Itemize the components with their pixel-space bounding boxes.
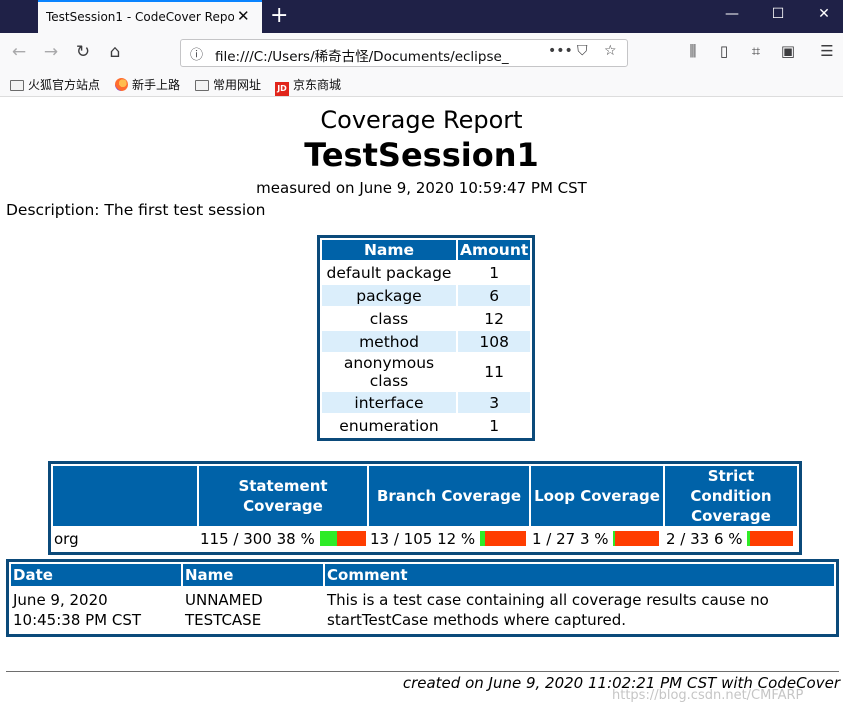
column-header: Name [183, 564, 323, 586]
measured-timestamp: measured on June 9, 2020 10:59:47 PM CST [256, 179, 587, 197]
statement-coverage-value: 115 / 300 38 % [200, 530, 315, 548]
table-row: package 6 [322, 285, 531, 306]
summary-name: anonymous class [343, 354, 435, 390]
summary-amount: 6 [458, 285, 531, 306]
sidebar-icon[interactable]: ▯ [713, 42, 735, 60]
column-header: Branch Coverage [369, 466, 529, 526]
condition-coverage-bar [747, 531, 794, 546]
table-header-row: Date Name Comment [11, 564, 834, 586]
statement-coverage-cell: 115 / 300 38 % [199, 528, 367, 550]
condition-coverage-fill [747, 531, 751, 546]
new-tab-icon[interactable]: + [270, 3, 288, 29]
jd-logo-icon: JD [275, 82, 289, 96]
column-header [53, 466, 197, 526]
url-input[interactable]: file:///C:/Users/稀奇古怪/Documents/eclipse_ [215, 45, 515, 65]
summary-amount: 11 [484, 363, 504, 381]
table-header-row: Statement Coverage Branch Coverage Loop … [53, 466, 797, 526]
testcase-table: Date Name Comment June 9, 2020 10:45:38 … [6, 559, 839, 637]
page-info-icon[interactable]: ⓘ [190, 44, 203, 63]
library-icon[interactable]: ⫼ [682, 42, 704, 60]
testcase-name: UNNAMED TESTCASE [185, 591, 263, 629]
reload-icon[interactable]: ↻ [71, 42, 95, 62]
table-row: enumeration 1 [322, 415, 530, 436]
report-subtitle: Coverage Report [320, 106, 523, 134]
statement-coverage-fill [319, 531, 337, 546]
summary-name: interface [322, 392, 456, 413]
summary-name: class [369, 309, 409, 328]
close-tab-icon[interactable]: ✕ [237, 7, 250, 25]
condition-coverage-cell: 2 / 33 6 % [665, 528, 797, 550]
page-content: Coverage Report TestSession1 measured on… [0, 97, 843, 714]
loop-coverage-value: 1 / 27 3 % [532, 530, 609, 548]
folder-icon [195, 80, 209, 91]
browser-tab[interactable]: TestSession1 - CodeCover Report ✕ [38, 0, 262, 33]
column-header: Date [11, 564, 181, 586]
package-name-link[interactable]: org [53, 528, 197, 550]
column-header: Comment [325, 564, 834, 586]
branch-coverage-bar [479, 531, 526, 546]
summary-amount: 1 [489, 416, 500, 435]
bookmark-firefox-site[interactable]: 火狐官方站点 [10, 76, 100, 93]
selenium-extension-icon[interactable]: ▣ [777, 42, 799, 60]
branch-coverage-fill [479, 531, 486, 546]
navigation-bar: ← → ↻ ⌂ ⓘ file:///C:/Users/稀奇古怪/Document… [0, 33, 843, 73]
table-row: June 9, 2020 10:45:38 PM CST UNNAMED TES… [11, 588, 834, 632]
summary-amount: 12 [484, 309, 504, 328]
summary-table: Name Amount default package 1 package 6 cl… [317, 235, 536, 441]
loop-coverage-cell: 1 / 27 3 % [531, 528, 663, 550]
column-header: Statement Coverage [199, 466, 367, 526]
column-header: Amount [458, 240, 531, 260]
loop-coverage-bar [613, 531, 660, 546]
table-header-row: Name Amount [322, 240, 531, 260]
summary-name: package [322, 285, 456, 306]
statement-coverage-bar [319, 531, 366, 546]
minimize-icon[interactable]: — [722, 6, 742, 22]
footer-divider [6, 671, 839, 672]
url-bar[interactable]: ⓘ file:///C:/Users/稀奇古怪/Documents/eclips… [180, 39, 628, 67]
bookmark-getting-started[interactable]: 新手上路 [115, 76, 180, 93]
testcase-comment: This is a test case containing all cover… [327, 591, 769, 629]
coverage-table: Statement Coverage Branch Coverage Loop … [48, 461, 802, 555]
table-row: org 115 / 300 38 % 13 / 105 12 % 1 / 27 … [53, 528, 797, 550]
tab-bar: TestSession1 - CodeCover Report ✕ + — ☐ … [0, 0, 843, 33]
watermark: https://blog.csdn.net/CMFARP [612, 688, 804, 703]
folder-icon [10, 80, 24, 91]
column-header: Strict Condition Coverage [665, 466, 797, 526]
page-actions-icon[interactable]: ••• [548, 43, 573, 59]
summary-amount: 108 [458, 331, 531, 352]
pocket-icon[interactable]: ⛉ [577, 43, 588, 59]
loop-coverage-fill [613, 531, 615, 546]
maximize-icon[interactable]: ☐ [768, 6, 788, 22]
column-header: Loop Coverage [531, 466, 663, 526]
table-row: interface 3 [322, 392, 531, 413]
branch-coverage-value: 13 / 105 12 % [370, 530, 476, 548]
tab-title: TestSession1 - CodeCover Report [46, 10, 234, 24]
summary-amount: 1 [489, 263, 500, 282]
table-row: class 12 [322, 308, 530, 329]
branch-coverage-cell: 13 / 105 12 % [369, 528, 529, 550]
bookmark-jd-mall[interactable]: JD 京东商城 [275, 76, 341, 96]
bookmark-common-sites[interactable]: 常用网址 [195, 76, 261, 93]
testcase-date: June 9, 2020 10:45:38 PM CST [13, 591, 142, 629]
condition-coverage-value: 2 / 33 6 % [666, 530, 743, 548]
menu-icon[interactable]: ☰ [816, 42, 838, 60]
page-title: TestSession1 [304, 136, 539, 174]
forward-icon[interactable]: → [39, 42, 63, 62]
summary-amount: 3 [458, 392, 531, 413]
firefox-icon [115, 78, 128, 91]
close-window-icon[interactable]: ✕ [814, 6, 834, 22]
column-header: Name [322, 240, 456, 260]
bookmark-star-icon[interactable]: ☆ [604, 43, 617, 59]
table-row: default package 1 [322, 262, 530, 283]
session-description: Description: The first test session [6, 201, 266, 219]
table-row: anonymous class 11 [322, 354, 530, 390]
back-icon[interactable]: ← [7, 42, 31, 62]
summary-name: method [322, 331, 456, 352]
summary-name: default package [326, 263, 452, 282]
table-row: method 108 [322, 331, 531, 352]
home-icon[interactable]: ⌂ [103, 42, 127, 62]
bookmarks-toolbar: 火狐官方站点 新手上路 常用网址 JD 京东商城 [0, 73, 843, 97]
summary-name: enumeration [339, 416, 439, 435]
screenshot-icon[interactable]: ⌗ [745, 42, 767, 60]
